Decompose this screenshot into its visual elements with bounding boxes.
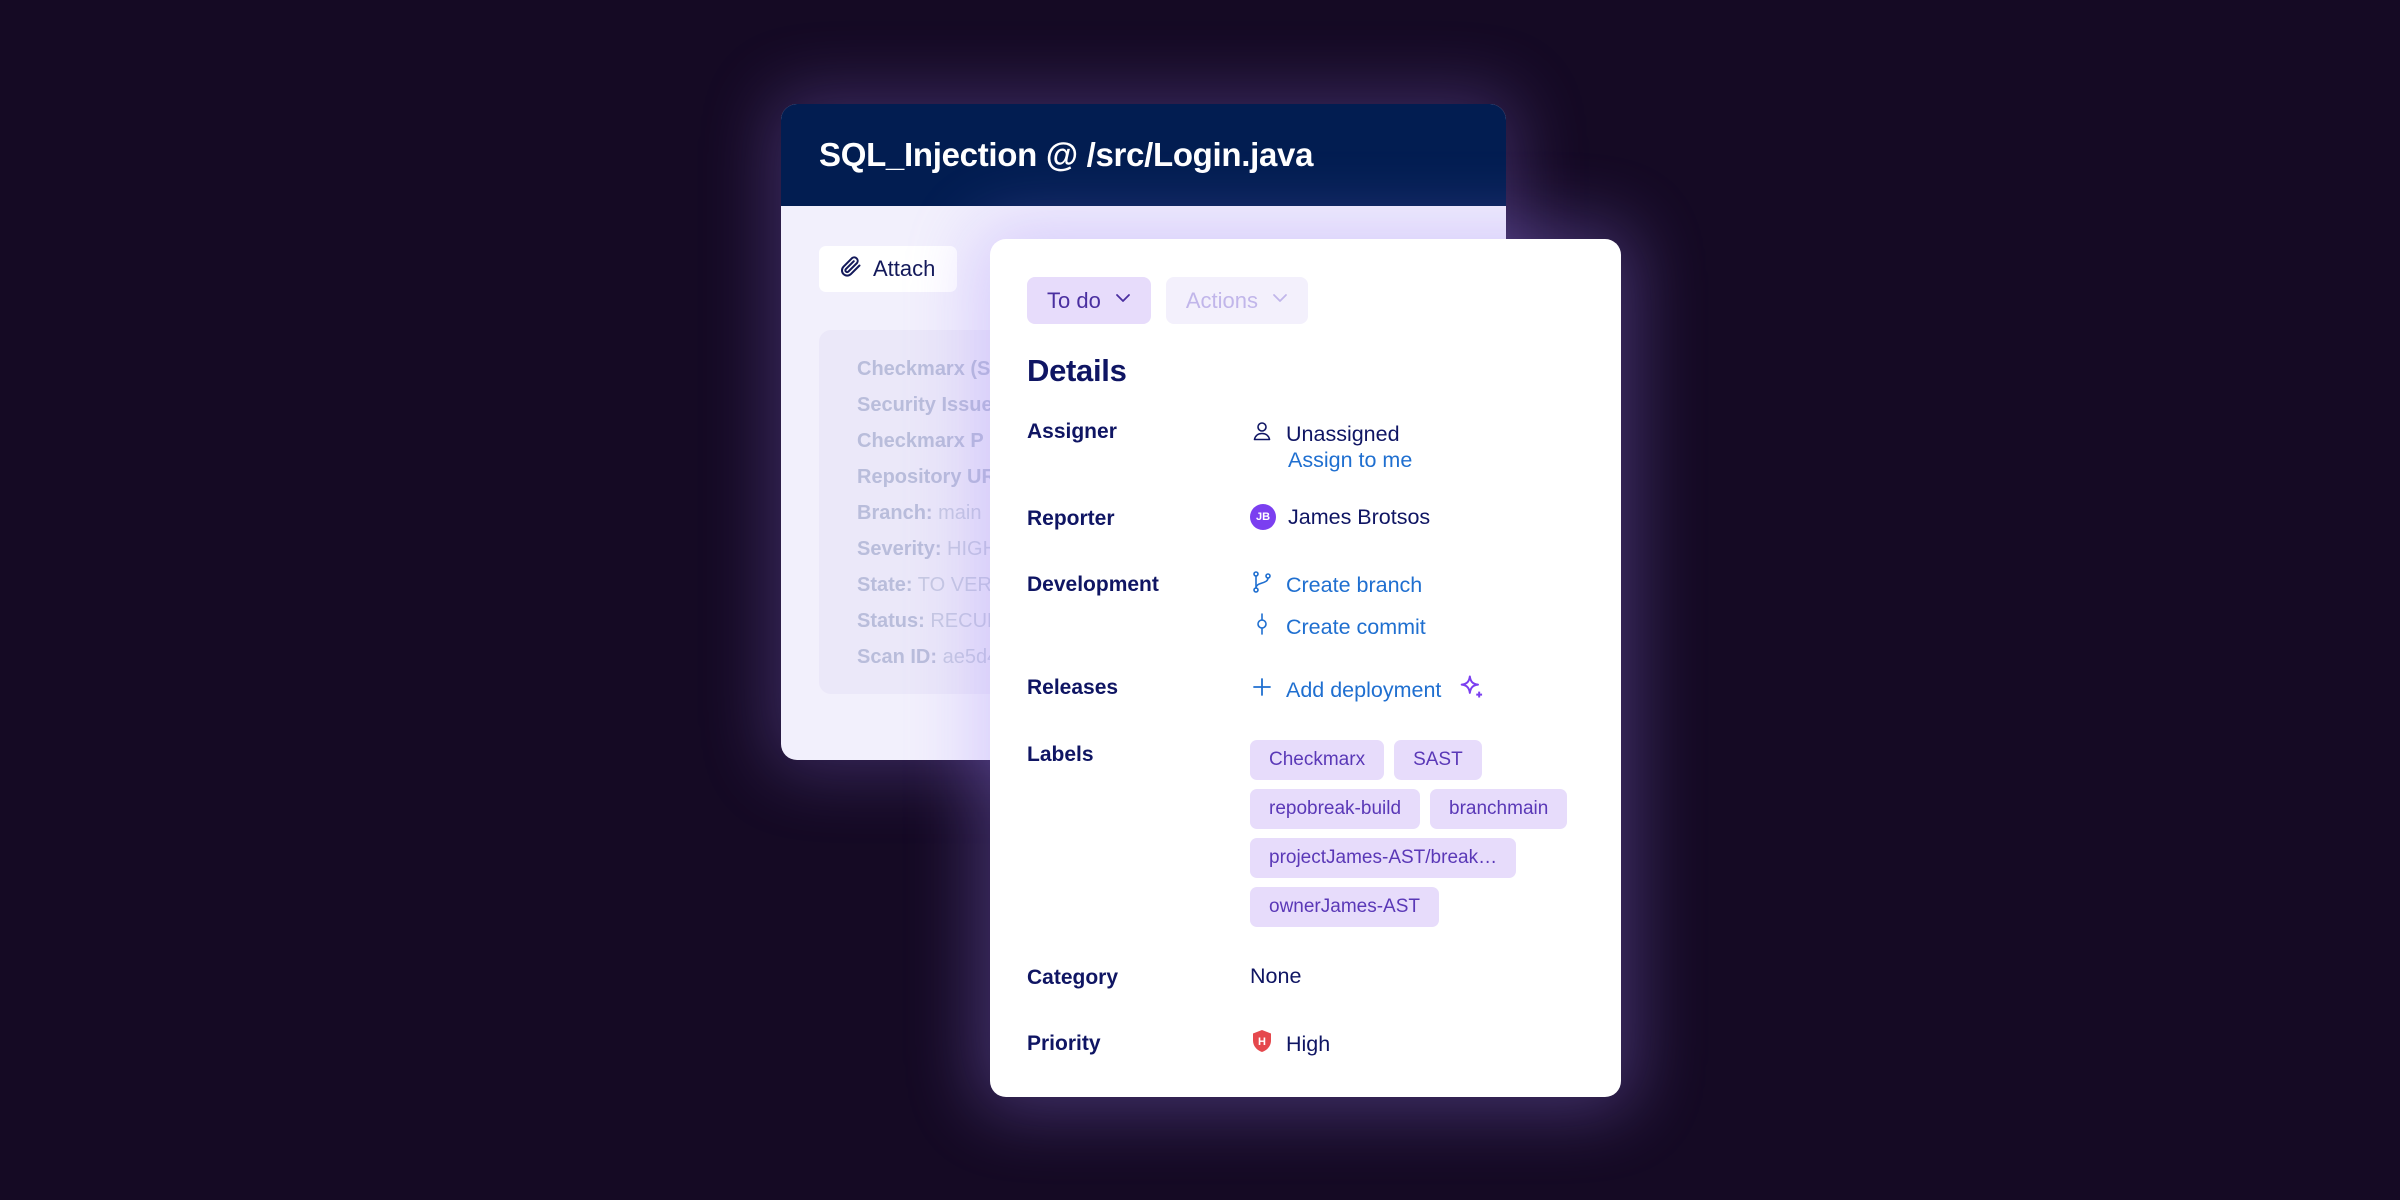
issue-header: SQL_Injection @ /src/Login.java — [781, 104, 1506, 206]
priority-value[interactable]: H High — [1250, 1029, 1330, 1059]
issue-title: SQL_Injection @ /src/Login.java — [819, 136, 1314, 173]
assigner-text: Unassigned — [1286, 421, 1400, 446]
priority-text: High — [1286, 1031, 1331, 1056]
create-branch-link[interactable]: Create branch — [1250, 570, 1422, 600]
assign-to-me-link[interactable]: Assign to me — [1288, 448, 1412, 473]
details-heading: Details — [1027, 353, 1127, 388]
create-branch-label: Create branch — [1286, 572, 1423, 597]
chevron-down-icon — [1270, 288, 1290, 314]
user-icon — [1250, 419, 1274, 449]
priority-label: Priority — [1027, 1032, 1101, 1055]
label-tag[interactable]: SAST — [1394, 740, 1482, 780]
status-dropdown[interactable]: To do — [1027, 277, 1151, 324]
reporter-label: Reporter — [1027, 507, 1115, 530]
reporter-value[interactable]: JB James Brotsos — [1250, 504, 1430, 530]
details-panel: To do Actions Details Assigner Unassigne… — [990, 239, 1621, 1097]
assigner-value[interactable]: Unassigned — [1250, 419, 1400, 449]
label-tag[interactable]: projectJames-AST/break… — [1250, 838, 1517, 878]
sparkle-icon[interactable] — [1457, 673, 1485, 707]
assigner-label: Assigner — [1027, 420, 1117, 443]
category-text: None — [1250, 964, 1302, 988]
category-label: Category — [1027, 966, 1119, 989]
git-commit-icon — [1250, 612, 1274, 642]
actions-dropdown[interactable]: Actions — [1165, 277, 1308, 324]
create-commit-label: Create commit — [1286, 614, 1426, 639]
chevron-down-icon — [1113, 288, 1133, 314]
avatar: JB — [1250, 504, 1276, 530]
reporter-name: James Brotsos — [1288, 504, 1431, 529]
development-label: Development — [1027, 573, 1159, 596]
paperclip-icon — [839, 254, 863, 284]
status-row: To do Actions — [1027, 277, 1308, 324]
actions-label: Actions — [1185, 287, 1258, 313]
status-label: To do — [1047, 287, 1101, 313]
git-branch-icon — [1250, 570, 1274, 600]
priority-high-icon: H — [1250, 1029, 1274, 1059]
stage: SQL_Injection @ /src/Login.java Attach C… — [0, 0, 2400, 1200]
label-tag[interactable]: branchmain — [1430, 789, 1568, 829]
label-tag[interactable]: repobreak-build — [1250, 789, 1421, 829]
create-commit-link[interactable]: Create commit — [1250, 612, 1426, 642]
releases-label: Releases — [1027, 676, 1119, 699]
attach-label: Attach — [873, 256, 936, 281]
plus-icon — [1250, 675, 1274, 705]
category-value[interactable]: None — [1250, 964, 1301, 989]
attach-button[interactable]: Attach — [819, 246, 958, 292]
labels-list: Checkmarx SAST repobreak-build branchmai… — [1250, 740, 1590, 927]
label-tag[interactable]: ownerJames-AST — [1250, 887, 1439, 927]
add-deployment-label: Add deployment — [1286, 677, 1442, 702]
add-deployment-link[interactable]: Add deployment — [1250, 673, 1485, 707]
labels-label: Labels — [1027, 743, 1094, 766]
svg-text:H: H — [1258, 1036, 1266, 1048]
label-tag[interactable]: Checkmarx — [1250, 740, 1385, 780]
